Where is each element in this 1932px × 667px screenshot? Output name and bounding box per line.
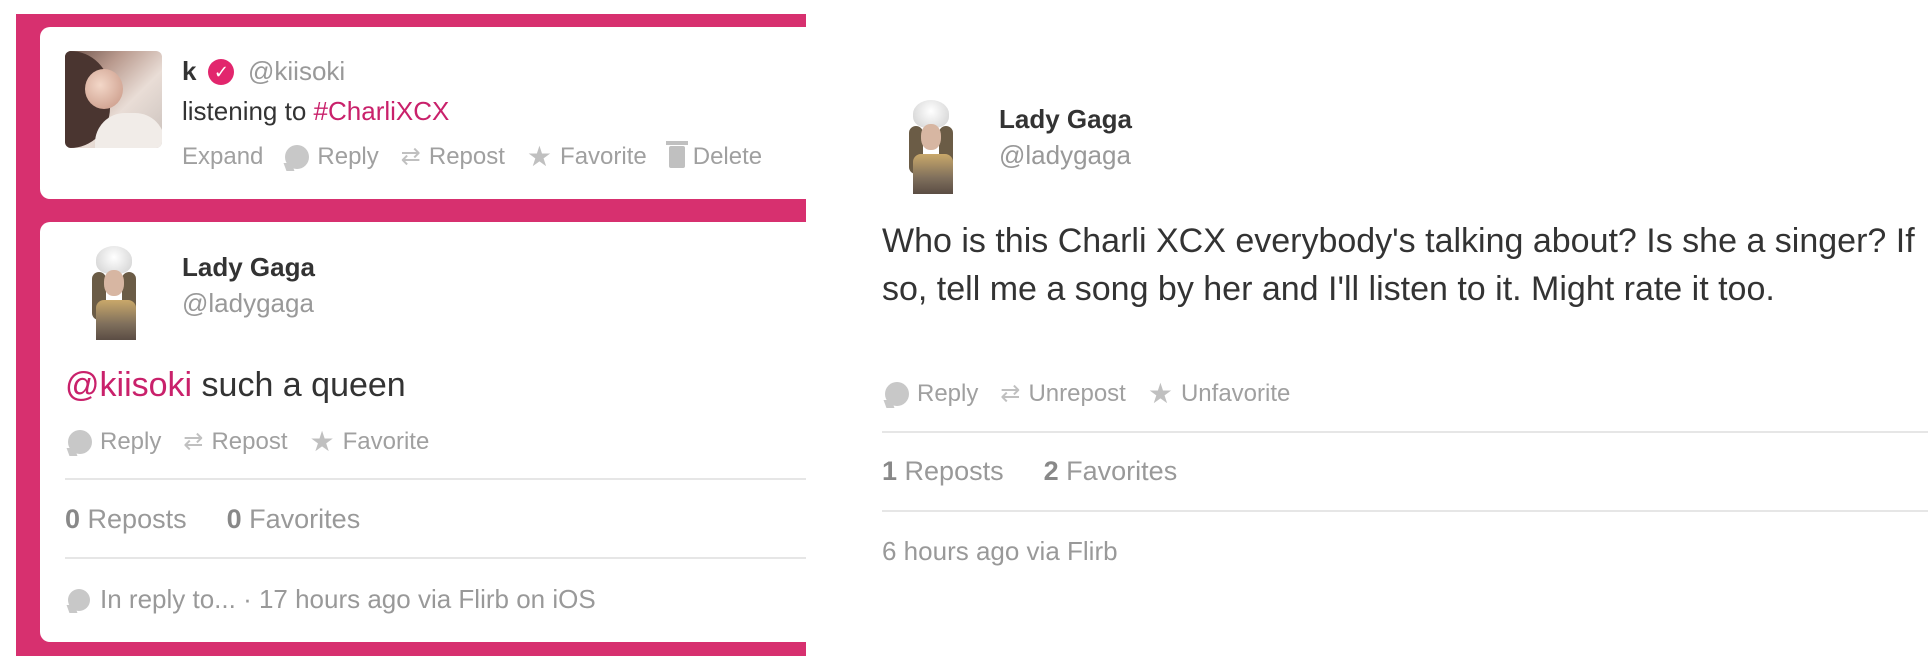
expand-label: Expand: [182, 143, 264, 170]
favorites-label: Favorites: [249, 504, 361, 534]
tweet-author-name[interactable]: k ✓: [182, 56, 242, 87]
favorites-number: 0: [226, 504, 242, 534]
reply-label: Reply: [917, 380, 979, 407]
tweet-stats: 1 Reposts 2 Favorites: [882, 456, 1217, 487]
tweet-actions-bar: Reply ⇄ Repost ★ Favorite: [68, 428, 451, 456]
reply-label: Reply: [317, 143, 379, 170]
favorite-label: Favorite: [342, 428, 430, 455]
repost-icon: ⇄: [400, 143, 421, 170]
star-icon: ★: [526, 141, 553, 172]
tweet-author-name[interactable]: Lady Gaga: [182, 252, 315, 283]
tweet-text: listening to #CharliXCX: [182, 96, 449, 127]
reposts-count[interactable]: 0 Reposts: [65, 504, 187, 535]
tweet-author-handle[interactable]: @kiisoki: [248, 56, 345, 87]
reply-icon: [68, 430, 92, 454]
reply-button[interactable]: Reply: [885, 380, 978, 408]
reply-icon: [885, 382, 909, 406]
divider: [882, 510, 1928, 512]
unfavorite-label: Unfavorite: [1180, 380, 1291, 407]
divider: [65, 478, 806, 480]
tweet-text: @kiisoki such a queen: [65, 366, 406, 405]
reply-icon: [68, 588, 90, 611]
unrepost-button[interactable]: ⇄ Unrepost: [1000, 380, 1126, 408]
tweet-meta-footer[interactable]: 6 hours ago via Flirb: [882, 536, 1118, 567]
star-icon: ★: [309, 426, 335, 457]
unrepost-label: Unrepost: [1028, 380, 1126, 407]
tweet-text: Who is this Charli XCX everybody's talki…: [882, 222, 1915, 308]
user-avatar-k[interactable]: [65, 51, 162, 148]
repost-button[interactable]: ⇄ Repost: [183, 428, 287, 456]
verified-badge-icon: ✓: [208, 58, 235, 85]
reposts-number: 0: [65, 504, 81, 534]
favorites-number: 2: [1043, 456, 1059, 486]
favorites-label: Favorites: [1066, 456, 1178, 486]
divider: [65, 557, 806, 559]
favorites-count[interactable]: 2 Favorites: [1044, 456, 1178, 487]
tweet-author-handle[interactable]: @ladygaga: [182, 288, 314, 319]
mention-link[interactable]: @kiisoki: [65, 366, 192, 404]
author-name-text[interactable]: k: [182, 56, 196, 87]
reply-label: Reply: [100, 428, 162, 455]
reposts-number: 1: [882, 456, 898, 486]
reply-button[interactable]: Reply: [285, 143, 379, 171]
hashtag-link[interactable]: #CharliXCX: [314, 96, 450, 126]
tweet-text-body: such a queen: [192, 366, 406, 404]
ladygaga-avatar[interactable]: [78, 246, 150, 342]
tweet-author-name[interactable]: Lady Gaga: [999, 104, 1132, 135]
tweet-actions-bar: Reply ⇄ Unrepost ★ Unfavorite: [885, 380, 1312, 408]
tweet-text-body: listening to: [182, 96, 314, 126]
tweet-meta-footer[interactable]: In reply to... · 17 hours ago via Flirb …: [68, 584, 596, 615]
expand-button[interactable]: Expand: [182, 143, 263, 171]
delete-button[interactable]: Delete: [665, 141, 763, 171]
reposts-label: Reposts: [87, 504, 187, 534]
favorite-label: Favorite: [560, 143, 647, 170]
ladygaga-avatar[interactable]: [895, 100, 967, 196]
repost-label: Repost: [428, 143, 505, 170]
tweet-author-handle[interactable]: @ladygaga: [999, 140, 1131, 171]
trash-icon: [665, 141, 688, 168]
tweet-actions-bar: Expand Reply ⇄ Repost ★ Favorite Delete: [182, 141, 784, 171]
favorites-count[interactable]: 0 Favorites: [227, 504, 361, 535]
star-icon: ★: [1147, 378, 1173, 409]
divider: [882, 431, 1928, 433]
reposts-count[interactable]: 1 Reposts: [882, 456, 1004, 487]
reply-button[interactable]: Reply: [68, 428, 161, 456]
favorite-button[interactable]: ★ Favorite: [527, 143, 647, 171]
reposts-label: Reposts: [904, 456, 1004, 486]
repost-icon: ⇄: [183, 428, 204, 455]
repost-icon: ⇄: [1000, 380, 1021, 407]
repost-button[interactable]: ⇄ Repost: [401, 143, 505, 171]
reply-icon: [285, 145, 310, 169]
footer-text: In reply to... · 17 hours ago via Flirb …: [100, 584, 596, 614]
repost-label: Repost: [211, 428, 288, 455]
favorite-button[interactable]: ★ Favorite: [310, 428, 430, 456]
tweet-stats: 0 Reposts 0 Favorites: [65, 504, 400, 535]
unfavorite-button[interactable]: ★ Unfavorite: [1148, 380, 1291, 408]
delete-label: Delete: [692, 143, 763, 170]
